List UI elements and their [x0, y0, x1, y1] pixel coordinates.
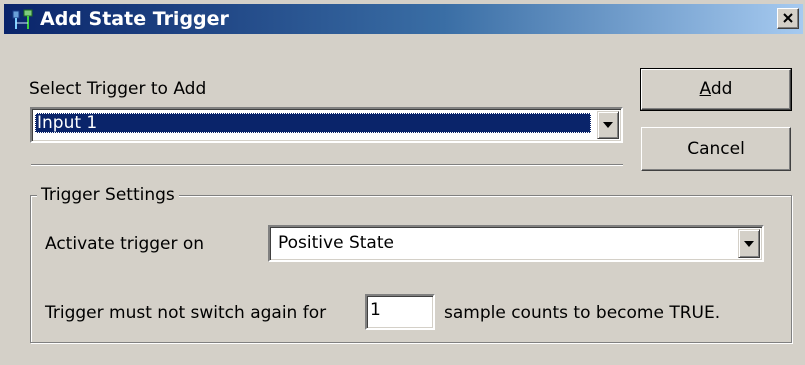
sample-count-value: 1 — [370, 300, 381, 320]
add-button[interactable]: Add — [640, 68, 792, 111]
select-trigger-label: Select Trigger to Add — [29, 79, 207, 99]
activate-trigger-dropdown[interactable]: Positive State — [268, 225, 764, 262]
title-bar[interactable]: Add State Trigger — [4, 4, 803, 34]
switch-label-after: sample counts to become TRUE. — [444, 303, 721, 323]
trigger-app-icon — [12, 9, 33, 29]
cancel-button-label: Cancel — [687, 139, 745, 159]
cancel-button[interactable]: Cancel — [641, 127, 791, 171]
switch-label-before: Trigger must not switch again for — [45, 303, 327, 323]
trigger-select-dropdown[interactable]: Input 1 — [30, 107, 623, 143]
dialog-title: Add State Trigger — [40, 8, 229, 30]
sample-count-input[interactable]: 1 — [365, 294, 435, 330]
separator-line — [31, 164, 623, 166]
trigger-settings-title: Trigger Settings — [37, 184, 179, 206]
activate-trigger-label: Activate trigger on — [45, 234, 205, 254]
chevron-down-icon — [603, 122, 613, 128]
add-state-trigger-dialog: Add State Trigger Select Trigger to Add … — [0, 0, 805, 365]
trigger-dropdown-button[interactable] — [597, 111, 619, 139]
activate-dropdown-button[interactable] — [738, 229, 760, 258]
close-button[interactable] — [777, 8, 799, 29]
add-button-label: Add — [699, 79, 733, 99]
chevron-down-icon — [744, 241, 754, 247]
activate-trigger-value: Positive State — [278, 233, 394, 253]
close-icon — [783, 13, 793, 23]
trigger-selected-value: Input 1 — [35, 113, 591, 133]
